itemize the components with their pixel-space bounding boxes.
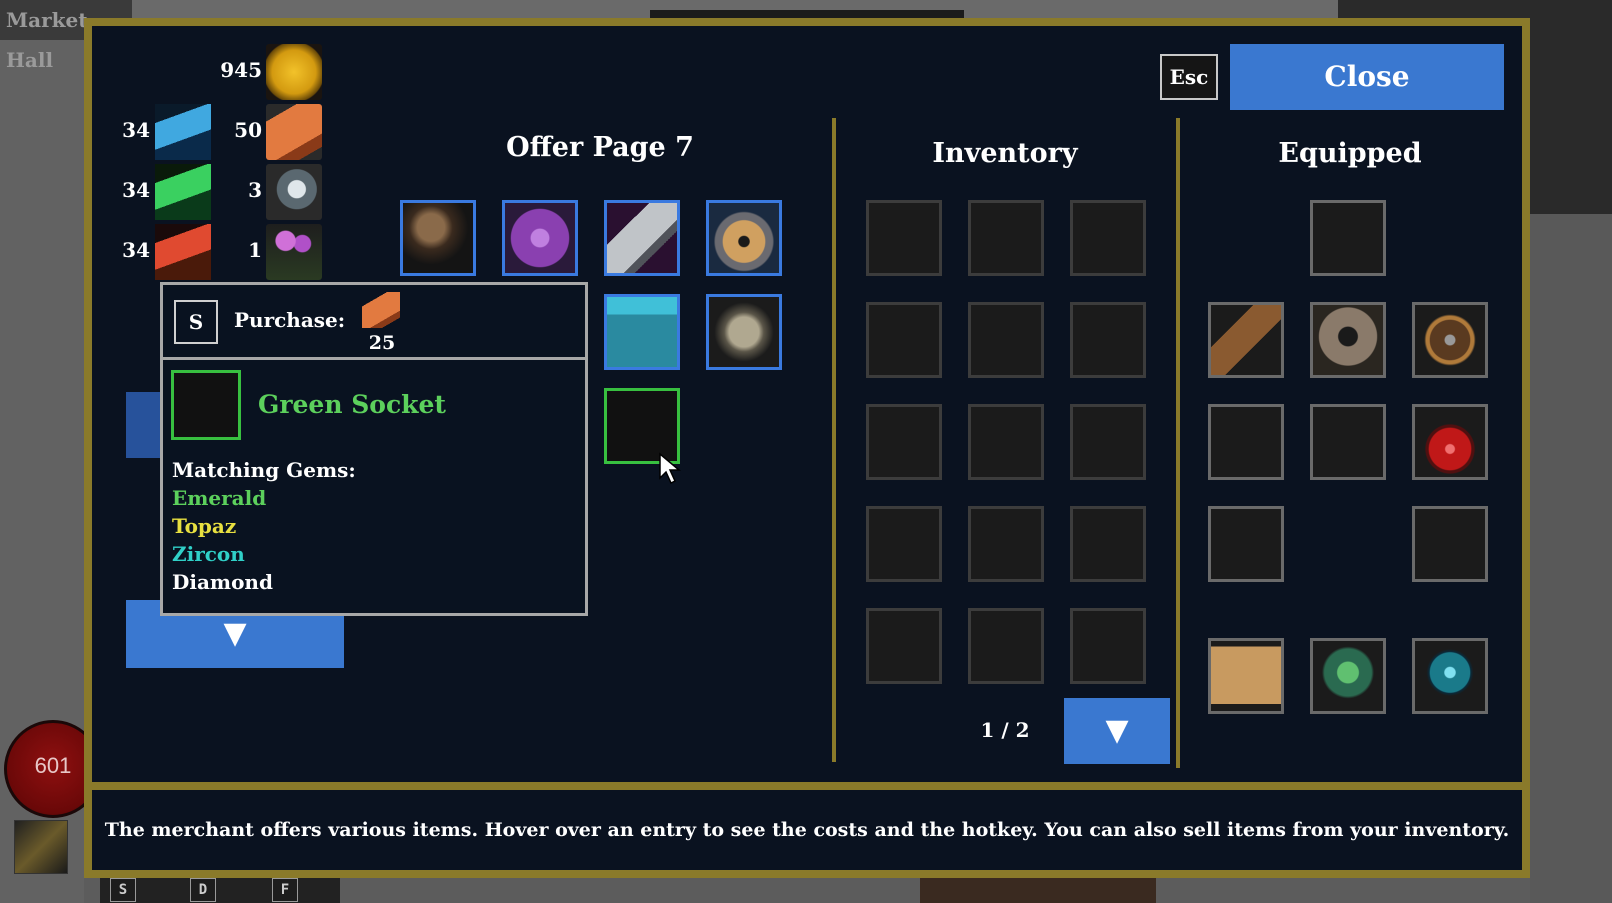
close-button[interactable]: Close: [1230, 44, 1504, 110]
brick-count: 50: [234, 118, 262, 142]
inventory-slot[interactable]: [1070, 404, 1146, 480]
gem-diamond: Diamond: [172, 570, 273, 594]
inventory-slot[interactable]: [866, 302, 942, 378]
equipped-slot-empty[interactable]: [1310, 404, 1386, 480]
blue-gem-count: 34: [122, 118, 150, 142]
green-gem-icon: [155, 164, 211, 220]
inventory-slot[interactable]: [1070, 608, 1146, 684]
flower-icon: [266, 224, 322, 280]
red-gem-icon: [155, 224, 211, 280]
tooltip-item-name: Green Socket: [258, 390, 446, 419]
equipped-slot-potion[interactable]: [1412, 404, 1488, 480]
equipped-slot-chest[interactable]: [1310, 638, 1386, 714]
equipped-slot-empty[interactable]: [1208, 404, 1284, 480]
footer-divider: [84, 782, 1530, 790]
red-gem-count: 34: [122, 238, 150, 262]
inventory-slot[interactable]: [968, 404, 1044, 480]
skill-icon[interactable]: [14, 820, 68, 874]
equipped-title: Equipped: [1278, 138, 1422, 169]
matching-gems-label: Matching Gems:: [172, 458, 356, 482]
mouse-cursor-icon: [659, 452, 682, 485]
help-text: The merchant offers various items. Hover…: [104, 819, 1510, 841]
background-right: [1530, 214, 1612, 903]
offer-slot-gauntlet[interactable]: [706, 294, 782, 370]
inventory-slot[interactable]: [968, 200, 1044, 276]
equipped-slot-shield[interactable]: [1412, 302, 1488, 378]
offer-slot-stone-slab[interactable]: [604, 200, 680, 276]
gem-topaz: Topaz: [172, 514, 237, 538]
inventory-slot[interactable]: [866, 404, 942, 480]
equipped-slot-empty[interactable]: [1412, 506, 1488, 582]
offer-slot-spellbook[interactable]: [502, 200, 578, 276]
tooltip-cost: 25: [368, 332, 396, 354]
inventory-divider-right: [1176, 118, 1180, 768]
hotkey-s[interactable]: S: [110, 878, 136, 902]
inventory-slot[interactable]: [968, 302, 1044, 378]
inventory-slot[interactable]: [1070, 506, 1146, 582]
equipped-slot-empty[interactable]: [1208, 506, 1284, 582]
gem-emerald: Emerald: [172, 486, 267, 510]
offer-slot-robe[interactable]: [604, 294, 680, 370]
offer-slot-helmet[interactable]: [706, 200, 782, 276]
equipped-slot-bag[interactable]: [1208, 638, 1284, 714]
equipped-slot-cloak[interactable]: [1310, 302, 1386, 378]
esc-key-hint[interactable]: Esc: [1160, 54, 1218, 100]
background-bottom: [920, 878, 1156, 903]
inventory-page-indicator: 1 / 2: [980, 718, 1030, 742]
equipped-slot-head[interactable]: [1310, 200, 1386, 276]
hotkey-d[interactable]: D: [190, 878, 216, 902]
inventory-slot[interactable]: [866, 608, 942, 684]
green-socket-icon: [171, 370, 241, 440]
brick-cost-icon: [362, 292, 400, 328]
offer-page-title: Offer Page 7: [506, 132, 694, 163]
gold-count: 945: [220, 58, 262, 82]
equipped-slot-weapon[interactable]: [1208, 302, 1284, 378]
flower-count: 1: [248, 238, 262, 262]
inventory-slot[interactable]: [1070, 302, 1146, 378]
gold-coin-icon: [266, 44, 322, 100]
inventory-slot[interactable]: [866, 200, 942, 276]
disc-icon: [266, 164, 322, 220]
hotkey-f[interactable]: F: [272, 878, 298, 902]
tooltip-hotkey: S: [174, 300, 218, 344]
gem-zircon: Zircon: [172, 542, 245, 566]
inventory-slot[interactable]: [866, 506, 942, 582]
green-gem-count: 34: [122, 178, 150, 202]
hotkey-bar: [100, 876, 340, 903]
inventory-next-page-button[interactable]: ▼: [1064, 698, 1170, 764]
inventory-slot[interactable]: [968, 506, 1044, 582]
inventory-slot[interactable]: [968, 608, 1044, 684]
equipped-slot-orb[interactable]: [1412, 638, 1488, 714]
offer-slot-staff[interactable]: [400, 200, 476, 276]
tooltip-divider: [160, 357, 588, 360]
tooltip-purchase-label: Purchase:: [234, 308, 346, 332]
disc-count: 3: [248, 178, 262, 202]
brick-icon: [266, 104, 322, 160]
inventory-slot[interactable]: [1070, 200, 1146, 276]
inventory-title: Inventory: [932, 138, 1078, 169]
blue-gem-icon: [155, 104, 211, 160]
inventory-divider-left: [832, 118, 836, 762]
